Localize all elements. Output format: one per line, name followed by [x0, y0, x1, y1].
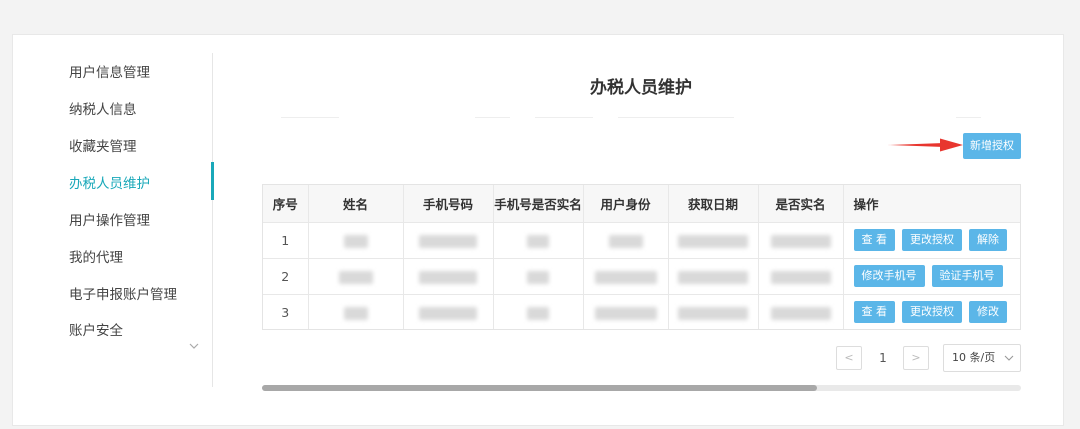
prev-page-button[interactable]: <	[836, 346, 862, 370]
horizontal-scrollbar[interactable]	[262, 385, 1021, 391]
column-header: 是否实名	[758, 185, 844, 223]
column-header: 序号	[263, 185, 309, 223]
add-authorization-button[interactable]: 新增授权	[963, 133, 1021, 159]
staff-table: 序号 姓名 手机号码 手机号是否实名 用户身份 获取日期 是否实名 操作 1 查…	[262, 184, 1021, 330]
sidebar: 用户信息管理 纳税人信息 收藏夹管理 办税人员维护 用户操作管理 我的代理 电子…	[13, 53, 214, 387]
chevron-down-icon[interactable]	[187, 339, 201, 353]
verify-phone-button[interactable]: 验证手机号	[931, 265, 1003, 287]
sidebar-item-tax-staff[interactable]: 办税人员维护	[69, 174, 150, 194]
row-actions: 修改手机号 验证手机号	[843, 258, 1020, 295]
main-panel: 用户信息管理 纳税人信息 收藏夹管理 办税人员维护 用户操作管理 我的代理 电子…	[12, 34, 1064, 426]
divider	[535, 117, 593, 118]
next-page-button[interactable]: >	[903, 346, 929, 370]
revoke-button[interactable]: 解除	[969, 229, 1007, 251]
modify-button[interactable]: 修改	[969, 301, 1007, 323]
sidebar-item-my-agent[interactable]: 我的代理	[69, 248, 123, 268]
redacted-name	[308, 258, 404, 295]
redacted-verified	[758, 258, 844, 295]
column-header: 手机号是否实名	[493, 185, 584, 223]
row-index: 3	[263, 294, 309, 329]
change-authorization-button[interactable]: 更改授权	[902, 301, 962, 323]
change-authorization-button[interactable]: 更改授权	[902, 229, 962, 251]
redacted-date	[668, 258, 759, 295]
column-header: 姓名	[308, 185, 404, 223]
divider	[475, 117, 510, 118]
table-row: 1 查 看更改授权 解除	[263, 222, 1020, 259]
redacted-name	[308, 294, 404, 329]
page-size-value: 10 条/页	[952, 351, 996, 364]
table-header-row: 序号 姓名 手机号码 手机号是否实名 用户身份 获取日期 是否实名 操作	[263, 185, 1020, 223]
redacted-identity	[583, 258, 669, 295]
redacted-date	[668, 222, 759, 259]
page-title: 办税人员维护	[590, 78, 692, 98]
table-row: 2 修改手机号 验证手机号	[263, 258, 1020, 295]
redacted-phone-verified	[493, 258, 584, 295]
sidebar-item-taxpayer-info[interactable]: 纳税人信息	[69, 100, 137, 120]
row-index: 1	[263, 222, 309, 259]
redacted-phone	[403, 258, 494, 295]
page-size-select[interactable]: 10 条/页	[943, 344, 1021, 372]
sidebar-item-user-info[interactable]: 用户信息管理	[69, 63, 150, 83]
table-row: 3 查 看更改授权 修改	[263, 294, 1020, 329]
column-header: 用户身份	[583, 185, 669, 223]
row-index: 2	[263, 258, 309, 295]
divider	[956, 117, 981, 118]
column-header: 操作	[843, 185, 1020, 223]
divider	[281, 117, 339, 118]
sidebar-item-user-operations[interactable]: 用户操作管理	[69, 211, 150, 231]
sidebar-item-favorites[interactable]: 收藏夹管理	[69, 137, 137, 157]
redacted-phone-verified	[493, 222, 584, 259]
redacted-name	[308, 222, 404, 259]
scrollbar-thumb[interactable]	[262, 385, 817, 391]
redacted-phone	[403, 222, 494, 259]
redacted-verified	[758, 294, 844, 329]
sidebar-item-e-filing-account[interactable]: 电子申报账户管理	[69, 285, 177, 305]
column-header: 手机号码	[403, 185, 494, 223]
modify-phone-button[interactable]: 修改手机号	[853, 265, 925, 287]
current-page[interactable]: 1	[873, 346, 893, 370]
redacted-verified	[758, 222, 844, 259]
column-header: 获取日期	[668, 185, 759, 223]
divider	[618, 117, 734, 118]
redacted-phone	[403, 294, 494, 329]
row-actions: 查 看更改授权 解除	[843, 222, 1020, 259]
view-button[interactable]: 查 看	[853, 301, 895, 323]
sidebar-item-account-security[interactable]: 账户安全	[69, 321, 123, 341]
redacted-date	[668, 294, 759, 329]
arrow-right-icon	[888, 138, 963, 152]
redacted-identity	[583, 222, 669, 259]
sidebar-active-indicator	[211, 162, 214, 200]
redacted-phone-verified	[493, 294, 584, 329]
chevron-down-icon	[1004, 355, 1014, 361]
redacted-identity	[583, 294, 669, 329]
row-actions: 查 看更改授权 修改	[843, 294, 1020, 329]
view-button[interactable]: 查 看	[853, 229, 895, 251]
